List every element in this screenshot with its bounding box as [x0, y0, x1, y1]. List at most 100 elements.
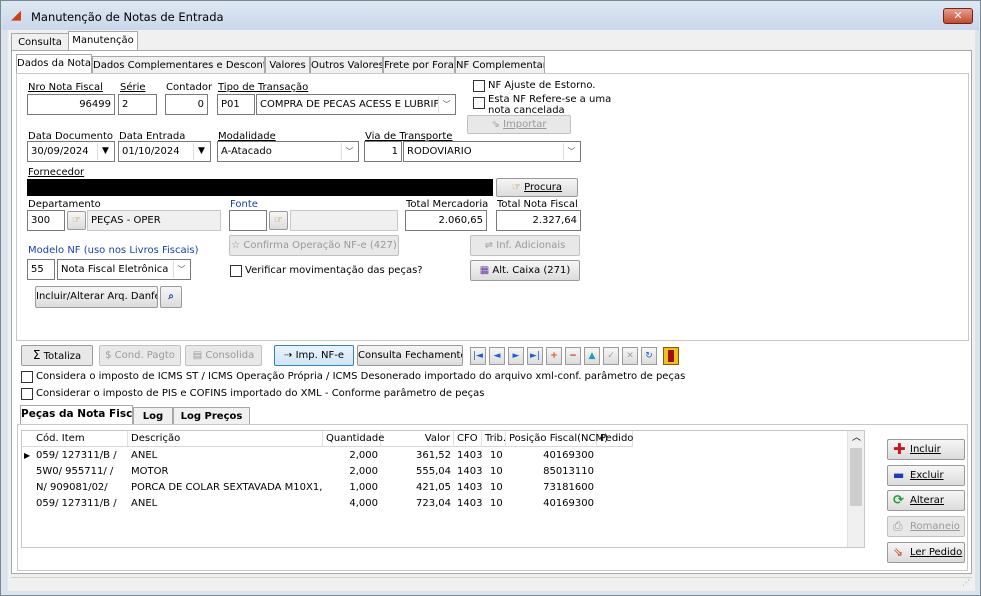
exit-door-icon[interactable]: [663, 347, 679, 365]
search-icon[interactable]: ⌕: [160, 286, 182, 308]
cell-cfo: 1403: [457, 482, 482, 493]
minus-icon: ▬: [893, 468, 905, 482]
cell-cod: 5W0/ 955711/ /: [36, 466, 114, 477]
col-valor[interactable]: Valor: [381, 431, 454, 447]
col-quantidade[interactable]: Quantidade: [323, 431, 384, 447]
next-record-icon[interactable]: ►: [508, 347, 524, 365]
scrollbar-thumb[interactable]: [850, 448, 862, 506]
edit-record-icon[interactable]: ▲: [584, 347, 600, 365]
contador-field[interactable]: 0: [165, 94, 208, 115]
inf-adicionais-button[interactable]: ⇌ Inf. Adicionais: [470, 235, 580, 256]
totaliza-button[interactable]: Σ Totaliza: [21, 345, 93, 366]
data-documento-field[interactable]: 30/09/2024 ▼: [27, 141, 115, 162]
table-row[interactable]: ▶ 059/ 127311/B / ANEL 2,000 361,52 1403 10 401…: [22, 448, 632, 464]
romaneio-button[interactable]: ⎙ Romaneio: [887, 516, 965, 537]
tab-manutencao[interactable]: Manutenção: [68, 31, 138, 51]
nf-cancelada-checkbox[interactable]: [473, 97, 485, 109]
departamento-code-field[interactable]: 300: [27, 210, 65, 231]
cell-qtd: 1,000: [349, 482, 378, 493]
alterar-button[interactable]: ⟳ Alterar: [887, 490, 965, 511]
confirma-nfe-button[interactable]: ☆ Confirma Operação NF-e (427): [229, 235, 399, 256]
verificar-checkbox[interactable]: [230, 265, 242, 277]
modelo-nf-select[interactable]: Nota Fiscal Eletrônica ﹀: [57, 259, 191, 280]
fonte-code-field[interactable]: [229, 210, 267, 231]
first-record-icon[interactable]: |◄: [470, 347, 486, 365]
consulta-fechamento-button[interactable]: Consulta Fechamento: [357, 345, 463, 366]
hand-pointer-icon[interactable]: ☞: [67, 211, 86, 230]
col-pedido[interactable]: Pedido: [597, 431, 633, 447]
table-row[interactable]: 059/ 127311/B / ANEL 4,000 723,04 1403 10 4016…: [22, 496, 632, 512]
table-row[interactable]: N/ 909081/02/PORCA DE COLAR SEXTAVADA M1…: [22, 480, 632, 496]
col-trib[interactable]: Trib.: [482, 431, 506, 447]
incluir-button[interactable]: ✚ Incluir: [887, 439, 965, 460]
excluir-button[interactable]: ▬ Excluir: [887, 465, 965, 486]
via-transporte-code-field[interactable]: 1: [364, 141, 402, 162]
tab-outros-valores[interactable]: Outros Valores: [310, 56, 383, 74]
consolida-button[interactable]: ▤ Consolida: [185, 345, 262, 366]
fornecedor-field-redacted[interactable]: [27, 179, 493, 196]
nf-ajuste-checkbox[interactable]: [473, 80, 485, 92]
ler-pedido-button[interactable]: ⇘ Ler Pedido: [887, 542, 965, 563]
close-button[interactable]: ✕: [943, 8, 973, 24]
cell-cod: N/ 909081/02/: [36, 482, 108, 493]
data-entrada-field[interactable]: 01/10/2024 ▼: [118, 141, 211, 162]
insert-record-icon[interactable]: +: [546, 347, 562, 365]
pis-option-checkbox[interactable]: [21, 388, 33, 400]
main-window: ◢ Manutenção de Notas de Entrada ✕ Consu…: [0, 0, 981, 596]
cell-pedido: [597, 464, 633, 480]
delete-record-icon[interactable]: −: [565, 347, 581, 365]
cell-trib: 10: [490, 450, 503, 461]
tab-valores[interactable]: Valores: [265, 56, 310, 74]
serie-field[interactable]: 2: [118, 94, 157, 115]
cell-pedido: [597, 480, 633, 496]
alt-caixa-button[interactable]: ▦ Alt. Caixa (271): [470, 260, 580, 281]
nro-nf-field[interactable]: 96499: [27, 94, 115, 115]
imp-nfe-button[interactable]: ⇢ Imp. NF-e: [274, 345, 354, 366]
consolidate-icon: ▤: [192, 350, 203, 361]
col-cod-item[interactable]: Cód. Item: [22, 431, 128, 447]
tipo-transacao-label: Tipo de Transação: [218, 82, 309, 93]
refresh-icon[interactable]: ↻: [641, 347, 657, 365]
col-cfo[interactable]: CFO: [454, 431, 482, 447]
dollar-icon: $: [105, 350, 112, 361]
tab-log-precos[interactable]: Log Preços: [173, 407, 250, 425]
via-transporte-select[interactable]: RODOVIARIO ﹀: [403, 141, 581, 162]
tab-nf-complementar[interactable]: NF Complementar: [455, 56, 545, 74]
cell-cfo: 1403: [457, 498, 482, 509]
contador-label: Contador: [166, 82, 213, 93]
tab-dados-da-nota[interactable]: Dados da Nota: [16, 54, 92, 74]
verificar-label: Verificar movimentação das peças?: [245, 265, 423, 276]
procura-button[interactable]: ☞ Procura: [496, 178, 578, 197]
incluir-danfe-button[interactable]: Incluir/Alterar Arq. Danfe: [35, 286, 158, 308]
col-ncm[interactable]: Posição Fiscal(NCM): [506, 431, 608, 447]
total-nf-field[interactable]: 2.327,64: [496, 210, 581, 231]
window-client: Consulta Manutenção Dados da Nota Dados …: [8, 30, 975, 591]
tab-log[interactable]: Log: [133, 407, 173, 425]
cancel-record-icon[interactable]: ✕: [622, 347, 638, 365]
tab-frete-por-fora[interactable]: Frete por Fora: [383, 56, 455, 74]
table-row[interactable]: 5W0/ 955711/ / MOTOR 2,000 555,04 1403 10 8501…: [22, 464, 632, 480]
cell-qtd: 4,000: [349, 498, 378, 509]
prev-record-icon[interactable]: ◄: [489, 347, 505, 365]
tipo-transacao-select[interactable]: COMPRA DE PECAS ACESS E LUBRIF ﹀: [256, 94, 456, 115]
hand-pointer-icon[interactable]: ☞: [269, 211, 288, 230]
cond-pagto-button[interactable]: $ Cond. Pagto: [99, 345, 181, 366]
modalidade-select[interactable]: A-Atacado ﹀: [217, 141, 359, 162]
calendar-dropdown-icon[interactable]: ▼: [97, 143, 113, 160]
tab-dados-complementares[interactable]: Dados Complementares e Desconto: [92, 56, 265, 74]
serie-label: Série: [120, 82, 146, 93]
resize-grip-icon[interactable]: ⋰: [962, 578, 972, 588]
icms-option-checkbox[interactable]: [21, 371, 33, 383]
scroll-up-icon[interactable]: ︿: [848, 431, 865, 445]
tab-consulta[interactable]: Consulta: [11, 33, 69, 51]
post-record-icon[interactable]: ✓: [603, 347, 619, 365]
grid-scrollbar[interactable]: ︿: [847, 431, 864, 547]
modelo-nf-code-field[interactable]: 55: [27, 259, 55, 280]
total-mercadoria-field[interactable]: 2.060,65: [405, 210, 487, 231]
calendar-dropdown-icon[interactable]: ▼: [193, 143, 209, 160]
tipo-transacao-code-field[interactable]: P01: [217, 94, 255, 115]
col-descricao[interactable]: Descrição: [128, 431, 323, 447]
tab-pecas-nota-fiscal[interactable]: Peças da Nota Fiscal: [20, 405, 133, 425]
importar-button[interactable]: ⇘ Importar: [467, 115, 571, 134]
last-record-icon[interactable]: ►|: [527, 347, 543, 365]
